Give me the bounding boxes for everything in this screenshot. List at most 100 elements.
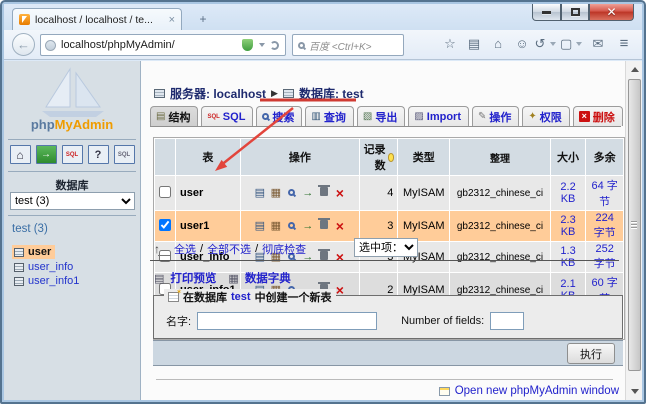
menu-icon[interactable]: ≡ (610, 35, 638, 52)
tab-operations[interactable]: 操作 (472, 106, 519, 126)
header-type[interactable]: 类型 (398, 139, 449, 175)
scroll-down-button[interactable] (627, 384, 642, 399)
table-name-input[interactable] (197, 312, 377, 330)
row-checkbox[interactable] (159, 219, 171, 231)
header-collation[interactable]: 整理 (450, 139, 550, 175)
tab-search[interactable]: 搜索 (256, 106, 302, 126)
uncheck-all-link[interactable]: 全部不选 (207, 241, 251, 257)
sidebar-item-user-info1[interactable]: user_info1 (12, 274, 83, 288)
breadcrumb-database[interactable]: 数据库: test (299, 85, 364, 102)
structure-icon[interactable] (268, 220, 284, 232)
close-icon: ✕ (606, 5, 616, 19)
url-dropdown-icon[interactable] (259, 43, 265, 47)
message-icon[interactable]: ✉ (586, 36, 610, 52)
sidebar-item-user[interactable]: user (12, 245, 55, 259)
feedback-icon[interactable]: ☺ (510, 36, 534, 51)
new-tab-button[interactable]: + (190, 12, 216, 28)
search-icon[interactable] (284, 220, 300, 232)
bookmark-star-icon[interactable]: ☆ (438, 36, 462, 52)
database-tree-title[interactable]: test (3) (12, 223, 48, 235)
tab-drop[interactable]: ×删除 (573, 106, 623, 126)
create-table-fieldset: 在数据库 test 中创建一个新表 名字: Number of fields: (153, 295, 623, 339)
drop-icon[interactable] (332, 251, 348, 263)
minimize-button[interactable] (532, 4, 561, 21)
database-link[interactable]: test (231, 291, 251, 303)
crop-menu-icon[interactable] (576, 42, 582, 46)
search-icon[interactable] (284, 187, 300, 199)
header-action: 操作 (241, 139, 359, 175)
divider (156, 379, 613, 380)
home-icon[interactable] (10, 145, 31, 164)
url-input[interactable] (61, 39, 239, 51)
titlebar: localhost / localhost / te... × + ✕ (4, 4, 642, 30)
header-records[interactable]: 记录数 (360, 139, 397, 175)
structure-icon[interactable] (268, 187, 284, 199)
empty-icon[interactable] (316, 187, 332, 199)
insert-icon[interactable] (300, 187, 316, 199)
divider (8, 215, 136, 216)
vertical-scrollbar[interactable] (625, 61, 642, 400)
insert-icon[interactable] (300, 220, 316, 232)
drop-icon[interactable] (332, 187, 348, 199)
database-icon (283, 89, 294, 98)
table-row-user1: user1 3 MyISAM gb2312_chinese_ci 2.3 KB … (155, 211, 623, 241)
header-table[interactable]: 表 (176, 139, 240, 175)
drop-icon[interactable] (332, 220, 348, 232)
open-new-window-link[interactable]: Open new phpMyAdmin window (455, 385, 619, 397)
print-view-link[interactable]: 打印预览 (170, 270, 216, 286)
tab-export[interactable]: 导出 (357, 106, 405, 126)
scroll-up-button[interactable] (627, 62, 642, 77)
browse-icon[interactable] (252, 220, 268, 232)
search-bar[interactable]: 百度 <Ctrl+K> (292, 34, 404, 56)
browser-window: localhost / localhost / te... × + ✕ ← 百度… (0, 0, 646, 404)
search-icon (262, 113, 269, 120)
phpmyadmin-logo: phpMyAdmin (4, 117, 140, 132)
utility-links: 打印预览 数据字典 (154, 270, 291, 286)
database-select[interactable]: test (3) (10, 192, 135, 210)
check-overhead-link[interactable]: 彻底检查 (262, 241, 306, 257)
row-checkbox[interactable] (159, 186, 171, 198)
search-placeholder[interactable]: 百度 <Ctrl+K> (309, 38, 372, 53)
undo-icon[interactable]: ↺ (534, 36, 546, 52)
maximize-button[interactable] (561, 4, 589, 21)
tab-close-icon[interactable]: × (169, 14, 175, 26)
page-content: phpMyAdmin 数据库 test (3) test (3) user (4, 61, 642, 400)
tab-structure[interactable]: 结构 (150, 106, 198, 126)
header-size[interactable]: 大小 (551, 139, 585, 175)
documentation-icon[interactable] (88, 145, 109, 164)
main-panel: 服务器: localhost ▶ 数据库: test 结构 SQL 搜索 查询 … (142, 61, 625, 400)
navigation-bar: ← 百度 <Ctrl+K> ☆ ▤ ⌂ ☺ ↺ ▢ ✉ ≡ (4, 30, 642, 60)
logout-icon[interactable] (36, 145, 57, 164)
tab-privileges[interactable]: 权限 (522, 106, 569, 126)
tab-query[interactable]: 查询 (305, 106, 353, 126)
hint-icon[interactable] (388, 153, 395, 162)
sql-window-icon[interactable] (62, 145, 83, 164)
browse-icon[interactable] (252, 187, 268, 199)
empty-icon[interactable] (316, 251, 332, 263)
tab-import[interactable]: Import (408, 106, 469, 126)
sidebar-item-user-info[interactable]: user_info (12, 260, 77, 274)
home-icon[interactable]: ⌂ (486, 36, 510, 51)
back-button[interactable]: ← (12, 33, 35, 56)
close-button[interactable]: ✕ (589, 4, 634, 21)
tab-sql[interactable]: SQL (201, 106, 253, 126)
thumb-grip (631, 221, 637, 229)
url-bar[interactable] (40, 34, 286, 56)
scrollbar-thumb[interactable] (628, 79, 641, 371)
check-all-link[interactable]: 全选 (174, 241, 196, 257)
with-selected-select[interactable]: 选中项： (354, 238, 418, 257)
empty-icon[interactable] (316, 220, 332, 232)
shield-icon[interactable] (242, 39, 253, 51)
breadcrumb-server[interactable]: 服务器: localhost (170, 85, 266, 102)
reload-icon[interactable] (270, 41, 279, 50)
go-button[interactable]: 执行 (567, 343, 615, 364)
data-dictionary-link[interactable]: 数据字典 (245, 270, 291, 286)
clipboard-icon[interactable]: ▤ (462, 36, 486, 52)
browser-tab[interactable]: localhost / localhost / te... × (12, 8, 182, 30)
create-table-legend: 在数据库 test 中创建一个新表 (164, 289, 336, 305)
crop-icon[interactable]: ▢ (560, 36, 572, 52)
num-fields-input[interactable] (490, 312, 524, 330)
mysql-docs-icon[interactable] (114, 145, 135, 164)
header-overhead[interactable]: 多余 (586, 139, 623, 175)
undo-menu-icon[interactable] (550, 42, 556, 46)
